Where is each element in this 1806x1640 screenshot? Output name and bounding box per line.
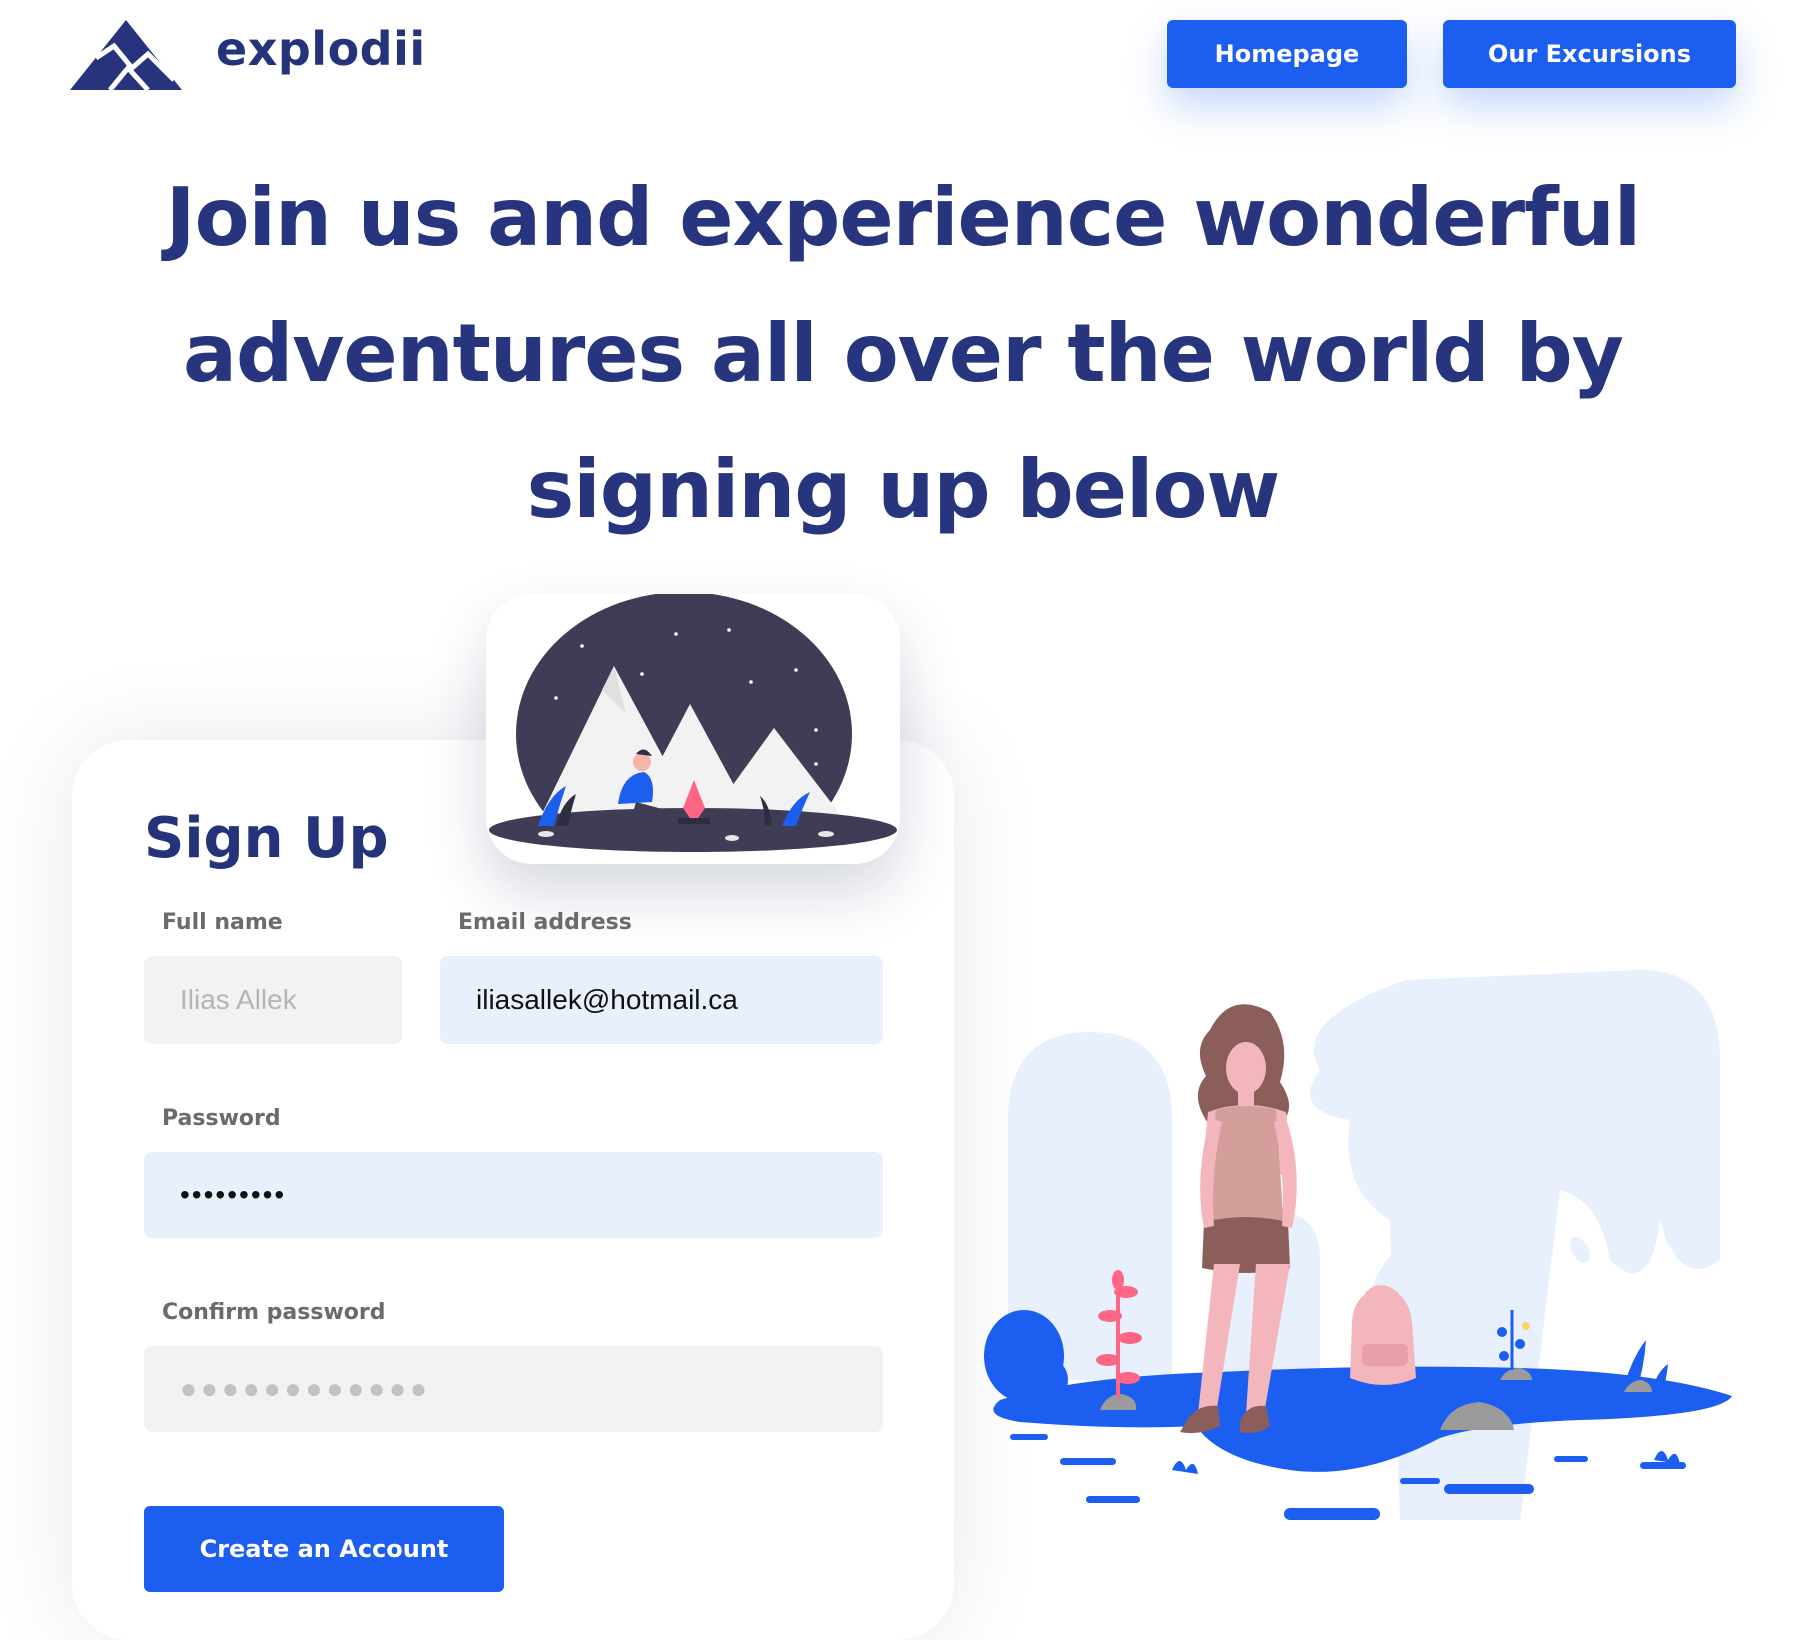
password-field[interactable] [144,1152,883,1238]
mountain-logo-icon[interactable] [70,18,182,90]
create-account-button[interactable]: Create an Account [144,1506,504,1592]
password-label: Password [162,1106,281,1131]
page-title: Join us and experience wonderful adventu… [165,171,1641,536]
our-excursions-button[interactable]: Our Excursions [1443,20,1736,88]
hiker-woman-illustration [984,970,1732,1520]
homepage-button[interactable]: Homepage [1167,20,1407,88]
signup-title: Sign Up [144,806,389,871]
full-name-field[interactable] [144,956,402,1044]
email-field[interactable] [440,956,883,1044]
full-name-label: Full name [162,910,283,935]
brand-name[interactable]: explodii [216,22,426,76]
camping-night-illustration [486,594,900,864]
email-label: Email address [458,910,632,935]
confirm-password-field[interactable] [144,1346,883,1432]
confirm-password-label: Confirm password [162,1300,386,1325]
